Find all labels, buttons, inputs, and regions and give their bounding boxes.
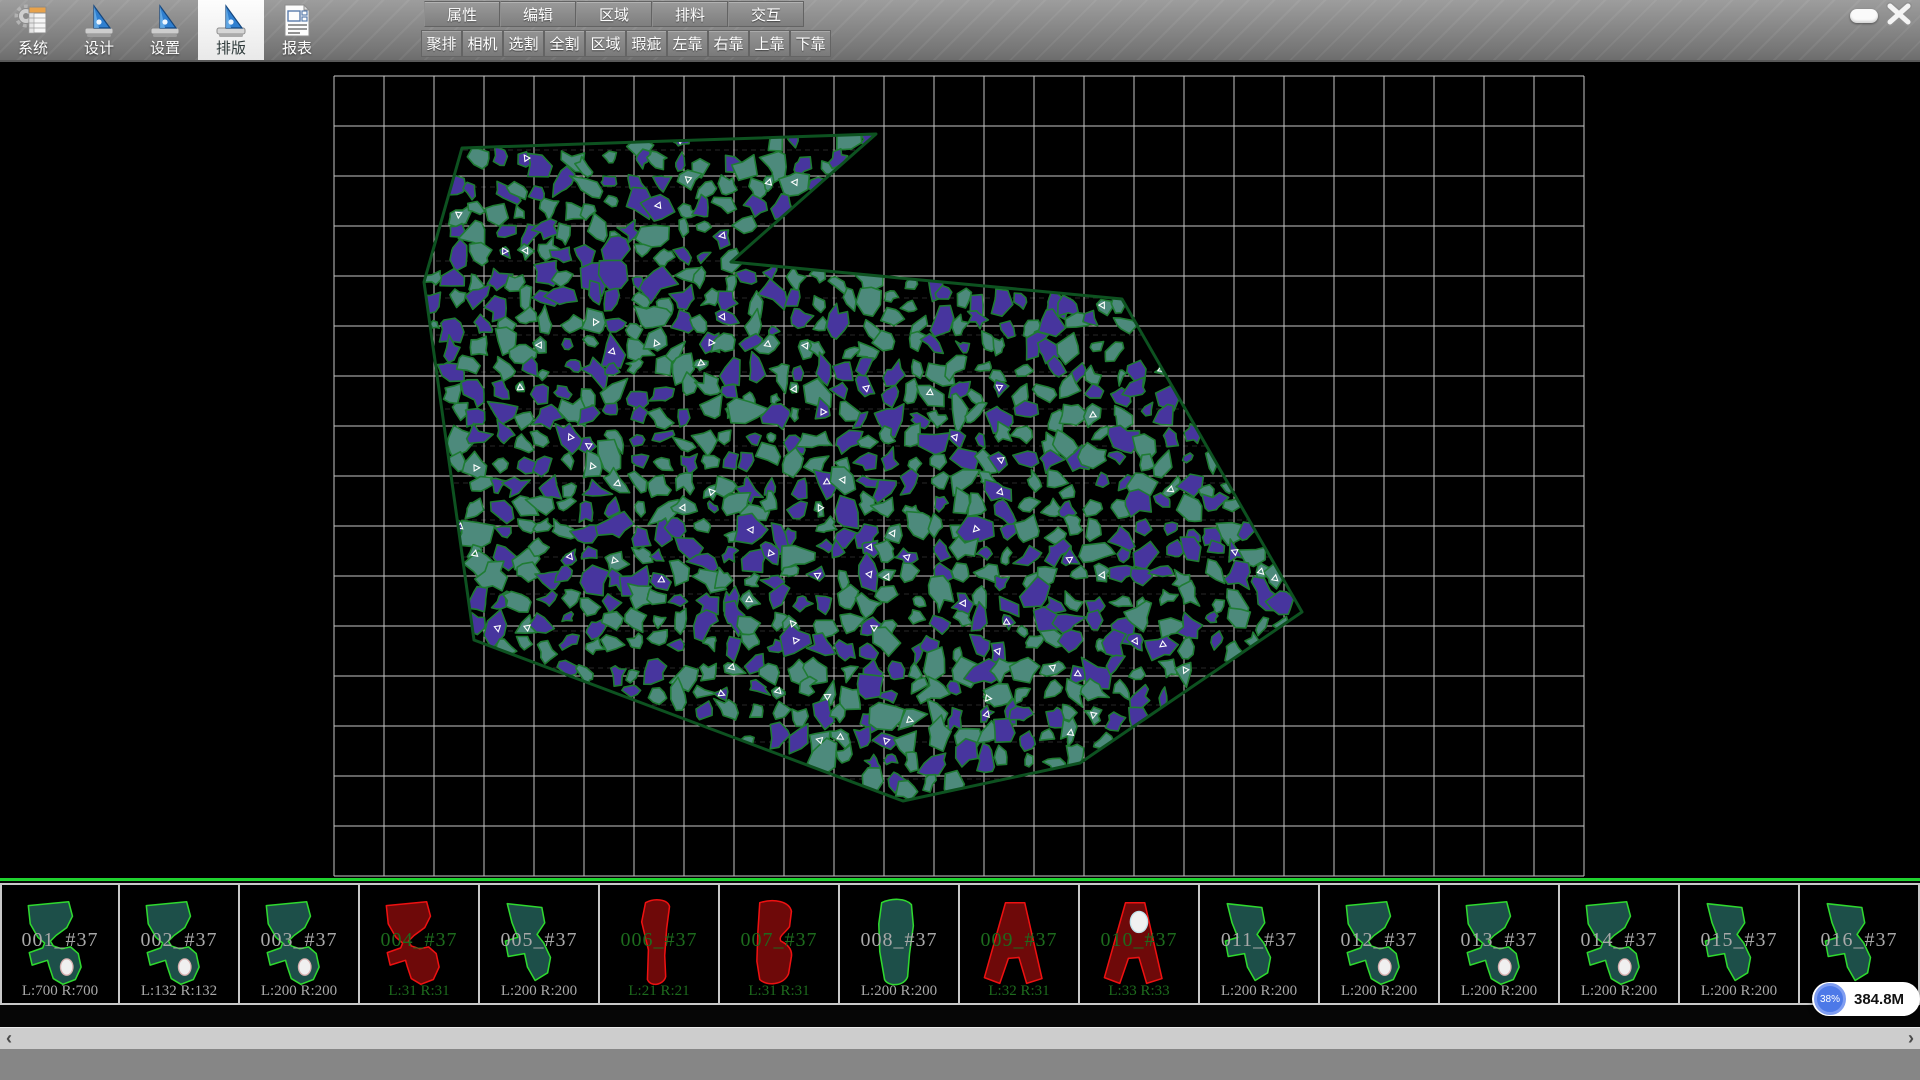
part-id-label: 013_#37 — [1440, 929, 1558, 952]
strip-item[interactable]: 003_#37 L:200 R:200 — [240, 883, 360, 1005]
tab-edit[interactable]: 编辑 — [500, 1, 576, 27]
part-id-label: 012_#37 — [1320, 929, 1438, 952]
status-bar — [0, 1049, 1920, 1080]
part-count-label: L:200 R:200 — [1680, 983, 1798, 1000]
part-count-label: L:132 R:132 — [120, 983, 238, 1000]
part-count-label: L:200 R:200 — [840, 983, 958, 1000]
action-region[interactable]: 区域 — [585, 30, 626, 57]
part-id-label: 004_#37 — [360, 929, 478, 952]
system-button-label: 系统 — [18, 40, 48, 58]
strip-item[interactable]: 014_#37 L:200 R:200 — [1560, 883, 1680, 1005]
settings-button[interactable]: 设置 — [132, 0, 198, 60]
part-id-label: 002_#37 — [120, 929, 238, 952]
strip-divider-line — [0, 878, 1920, 881]
report-doc-icon — [278, 2, 316, 40]
part-id-label: 007_#37 — [720, 929, 838, 952]
part-id-label: 016_#37 — [1800, 929, 1918, 952]
strip-item[interactable]: 011_#37 L:200 R:200 — [1200, 883, 1320, 1005]
part-id-label: 010_#37 — [1080, 929, 1198, 952]
settings-ruler-icon — [146, 2, 184, 40]
strip-item[interactable]: 008_#37 L:200 R:200 — [840, 883, 960, 1005]
strip-item[interactable]: 004_#37 L:31 R:31 — [360, 883, 480, 1005]
scroll-left-arrow-icon[interactable]: ‹ — [0, 1028, 18, 1050]
strip-item[interactable]: 012_#37 L:200 R:200 — [1320, 883, 1440, 1005]
part-id-label: 015_#37 — [1680, 929, 1798, 952]
action-select-cut[interactable]: 选割 — [503, 30, 544, 57]
memory-usage-label: 384.8M — [1854, 991, 1904, 1008]
part-id-label: 006_#37 — [600, 929, 718, 952]
part-id-label: 011_#37 — [1200, 929, 1318, 952]
strip-item[interactable]: 007_#37 L:31 R:31 — [720, 883, 840, 1005]
part-id-label: 005_#37 — [480, 929, 598, 952]
action-snap-up[interactable]: 上靠 — [749, 30, 790, 57]
system-button[interactable]: 系统 — [0, 0, 66, 60]
strip-item[interactable]: 001_#37 L:700 R:700 — [0, 883, 120, 1005]
part-id-label: 003_#37 — [240, 929, 358, 952]
minimize-button[interactable] — [1850, 9, 1878, 23]
status-badge[interactable]: 38% 384.8M — [1812, 982, 1920, 1016]
action-snap-left[interactable]: 左靠 — [667, 30, 708, 57]
design-button[interactable]: 设计 — [66, 0, 132, 60]
horizontal-scrollbar[interactable]: ‹ › — [0, 1027, 1920, 1049]
parts-strip: 001_#37L:700 R:700002_#37L:132 R:132003_… — [0, 878, 1920, 1027]
strip-item[interactable]: 009_#37 L:32 R:31 — [960, 883, 1080, 1005]
action-buttons: 聚排 相机 选割 全割 区域 瑕疵 左靠 右靠 上靠 下靠 — [421, 30, 831, 57]
part-count-label: L:31 R:31 — [360, 983, 478, 1000]
report-button[interactable]: 报表 — [264, 0, 330, 60]
part-count-label: L:31 R:31 — [720, 983, 838, 1000]
part-count-label: L:32 R:31 — [960, 983, 1078, 1000]
design-button-label: 设计 — [84, 40, 114, 58]
part-count-label: L:200 R:200 — [480, 983, 598, 1000]
app-mode-buttons: 系统 设计 设置 — [0, 0, 330, 60]
close-button[interactable] — [1884, 2, 1914, 26]
strip-item[interactable]: 005_#37 L:200 R:200 — [480, 883, 600, 1005]
nesting-button-label: 排版 — [216, 40, 246, 58]
part-count-label: L:200 R:200 — [1200, 983, 1318, 1000]
part-id-label: 001_#37 — [2, 929, 118, 952]
action-defect[interactable]: 瑕疵 — [626, 30, 667, 57]
menu-tabs: 属性 编辑 区域 排料 交互 — [424, 1, 804, 27]
part-count-label: L:200 R:200 — [1440, 983, 1558, 1000]
nesting-canvas[interactable] — [0, 62, 1920, 878]
nesting-canvas-svg — [0, 62, 1920, 878]
action-camera[interactable]: 相机 — [462, 30, 503, 57]
strip-item[interactable]: 006_#37 L:21 R:21 — [600, 883, 720, 1005]
design-ruler-icon — [80, 2, 118, 40]
action-snap-down[interactable]: 下靠 — [790, 30, 831, 57]
action-cluster-nest[interactable]: 聚排 — [421, 30, 462, 57]
nested-pieces — [418, 127, 1294, 801]
strip-item[interactable]: 002_#37 L:132 R:132 — [120, 883, 240, 1005]
strip-item[interactable]: 010_#37 L:33 R:33 — [1080, 883, 1200, 1005]
tab-properties[interactable]: 属性 — [424, 1, 500, 27]
part-id-label: 014_#37 — [1560, 929, 1678, 952]
part-count-label: L:700 R:700 — [2, 983, 118, 1000]
tab-interactive[interactable]: 交互 — [728, 1, 804, 27]
tab-nesting[interactable]: 排料 — [652, 1, 728, 27]
part-count-label: L:200 R:200 — [1560, 983, 1678, 1000]
system-gear-icon — [14, 2, 52, 40]
part-count-label: L:21 R:21 — [600, 983, 718, 1000]
part-count-label: L:200 R:200 — [1320, 983, 1438, 1000]
part-count-label: L:200 R:200 — [240, 983, 358, 1000]
action-cut-all[interactable]: 全割 — [544, 30, 585, 57]
tab-region[interactable]: 区域 — [576, 1, 652, 27]
settings-button-label: 设置 — [150, 40, 180, 58]
hide-contents — [400, 127, 1320, 801]
part-id-label: 009_#37 — [960, 929, 1078, 952]
part-id-label: 008_#37 — [840, 929, 958, 952]
report-button-label: 报表 — [282, 40, 312, 58]
part-count-label: L:33 R:33 — [1080, 983, 1198, 1000]
nesting-button[interactable]: 排版 — [198, 0, 264, 60]
strip-item[interactable]: 013_#37 L:200 R:200 — [1440, 883, 1560, 1005]
strip-item[interactable]: 015_#37 L:200 R:200 — [1680, 883, 1800, 1005]
toolbar: 系统 设计 设置 — [0, 0, 1920, 62]
progress-circle: 38% — [1814, 983, 1846, 1015]
window-controls — [1850, 2, 1914, 26]
nesting-ruler-icon — [212, 2, 250, 40]
scroll-right-arrow-icon[interactable]: › — [1902, 1028, 1920, 1050]
strip-cells: 001_#37L:700 R:700002_#37L:132 R:132003_… — [0, 883, 1920, 1005]
action-snap-right[interactable]: 右靠 — [708, 30, 749, 57]
